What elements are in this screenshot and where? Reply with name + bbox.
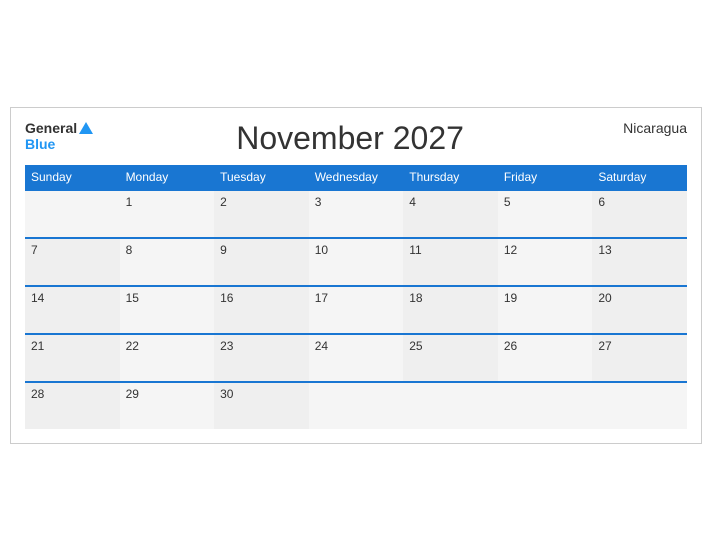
calendar-day-cell <box>309 382 404 429</box>
calendar-day-cell: 16 <box>214 286 309 334</box>
calendar-day-cell: 14 <box>25 286 120 334</box>
logo-triangle-icon <box>79 122 93 134</box>
calendar-weekday-header: SundayMondayTuesdayWednesdayThursdayFrid… <box>25 165 687 190</box>
weekday-header-wednesday: Wednesday <box>309 165 404 190</box>
logo-general-text: General <box>25 120 77 136</box>
calendar-day-cell: 26 <box>498 334 593 382</box>
country-label: Nicaragua <box>607 120 687 136</box>
logo-blue-line: Blue <box>25 136 55 152</box>
month-title: November 2027 <box>93 120 607 157</box>
calendar-day-cell: 2 <box>214 190 309 238</box>
calendar-week-row: 282930 <box>25 382 687 429</box>
calendar-day-cell: 12 <box>498 238 593 286</box>
calendar-day-cell: 23 <box>214 334 309 382</box>
calendar-day-cell: 22 <box>120 334 215 382</box>
calendar-container: General Blue November 2027 Nicaragua Sun… <box>10 107 702 444</box>
logo-area: General Blue <box>25 120 93 152</box>
calendar-day-cell: 10 <box>309 238 404 286</box>
weekday-header-saturday: Saturday <box>592 165 687 190</box>
calendar-week-row: 123456 <box>25 190 687 238</box>
calendar-day-cell: 6 <box>592 190 687 238</box>
weekday-header-tuesday: Tuesday <box>214 165 309 190</box>
calendar-day-cell: 20 <box>592 286 687 334</box>
calendar-header: General Blue November 2027 Nicaragua <box>25 120 687 157</box>
calendar-day-cell: 7 <box>25 238 120 286</box>
calendar-week-row: 21222324252627 <box>25 334 687 382</box>
calendar-grid: SundayMondayTuesdayWednesdayThursdayFrid… <box>25 165 687 429</box>
calendar-day-cell: 19 <box>498 286 593 334</box>
calendar-day-cell: 25 <box>403 334 498 382</box>
calendar-day-cell: 15 <box>120 286 215 334</box>
calendar-day-cell: 3 <box>309 190 404 238</box>
weekday-header-friday: Friday <box>498 165 593 190</box>
calendar-day-cell: 29 <box>120 382 215 429</box>
calendar-day-cell <box>403 382 498 429</box>
calendar-week-row: 14151617181920 <box>25 286 687 334</box>
calendar-day-cell: 4 <box>403 190 498 238</box>
logo-general-line: General <box>25 120 93 136</box>
weekday-header-monday: Monday <box>120 165 215 190</box>
calendar-day-cell <box>25 190 120 238</box>
logo-blue-text: Blue <box>25 136 55 152</box>
calendar-day-cell: 27 <box>592 334 687 382</box>
calendar-day-cell: 1 <box>120 190 215 238</box>
calendar-day-cell: 13 <box>592 238 687 286</box>
calendar-day-cell: 9 <box>214 238 309 286</box>
calendar-day-cell: 5 <box>498 190 593 238</box>
weekday-header-thursday: Thursday <box>403 165 498 190</box>
calendar-day-cell: 28 <box>25 382 120 429</box>
weekday-row: SundayMondayTuesdayWednesdayThursdayFrid… <box>25 165 687 190</box>
calendar-day-cell: 18 <box>403 286 498 334</box>
calendar-day-cell: 21 <box>25 334 120 382</box>
calendar-day-cell: 11 <box>403 238 498 286</box>
calendar-week-row: 78910111213 <box>25 238 687 286</box>
calendar-day-cell: 30 <box>214 382 309 429</box>
calendar-day-cell <box>498 382 593 429</box>
calendar-day-cell <box>592 382 687 429</box>
calendar-body: 1234567891011121314151617181920212223242… <box>25 190 687 429</box>
weekday-header-sunday: Sunday <box>25 165 120 190</box>
calendar-day-cell: 17 <box>309 286 404 334</box>
calendar-day-cell: 8 <box>120 238 215 286</box>
calendar-day-cell: 24 <box>309 334 404 382</box>
